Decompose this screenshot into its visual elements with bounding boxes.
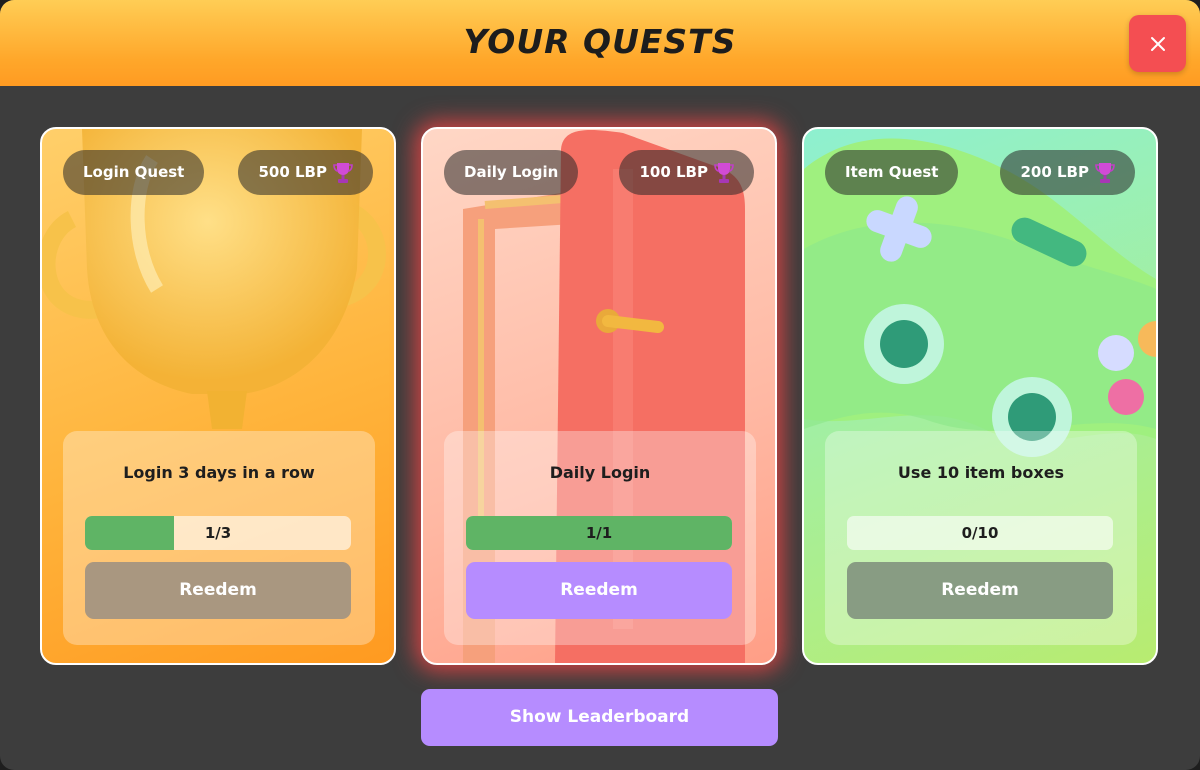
quest-description: Use 10 item boxes (897, 463, 1065, 482)
quests-modal: YOUR QUESTS Login Quest 500 LBP Login 3 … (0, 0, 1200, 770)
quest-card-daily-login: Daily Login 100 LBP Daily Login 1/1 Reed… (421, 127, 777, 665)
trophy-icon (333, 162, 353, 183)
quest-category-badge: Login Quest (63, 150, 205, 195)
reward-badge: 500 LBP (238, 150, 373, 195)
show-leaderboard-button[interactable]: Show Leaderboard (421, 689, 778, 746)
reward-amount: 200 LBP (1020, 163, 1089, 181)
redeem-button[interactable]: Reedem (466, 562, 732, 619)
progress-bar: 0/10 (847, 516, 1113, 550)
quest-panel: Daily Login 1/1 Reedem (444, 431, 756, 645)
trophy-icon (1095, 162, 1115, 183)
progress-bar: 1/3 (85, 516, 351, 550)
progress-bar: 1/1 (466, 516, 732, 550)
close-button[interactable] (1129, 15, 1186, 72)
progress-text: 1/1 (585, 524, 613, 542)
reward-amount: 500 LBP (258, 163, 327, 181)
quest-card-item: Item Quest 200 LBP Use 10 item boxes 0/1… (802, 127, 1158, 665)
redeem-button[interactable]: Reedem (85, 562, 351, 619)
reward-badge: 100 LBP (619, 150, 754, 195)
reward-amount: 100 LBP (639, 163, 708, 181)
quest-panel: Login 3 days in a row 1/3 Reedem (63, 431, 375, 645)
redeem-button[interactable]: Reedem (847, 562, 1113, 619)
reward-badge: 200 LBP (1000, 150, 1135, 195)
close-icon (1150, 36, 1165, 51)
progress-text: 0/10 (961, 524, 999, 542)
progress-text: 1/3 (204, 524, 232, 542)
quest-category-badge: Daily Login (444, 150, 579, 195)
quest-category-badge: Item Quest (825, 150, 959, 195)
quest-panel: Use 10 item boxes 0/10 Reedem (825, 431, 1137, 645)
quest-description: Daily Login (549, 463, 651, 482)
quest-description: Login 3 days in a row (123, 463, 315, 482)
modal-title: YOUR QUESTS (463, 22, 737, 61)
trophy-icon (714, 162, 734, 183)
quest-card-login: Login Quest 500 LBP Login 3 days in a ro… (40, 127, 396, 665)
